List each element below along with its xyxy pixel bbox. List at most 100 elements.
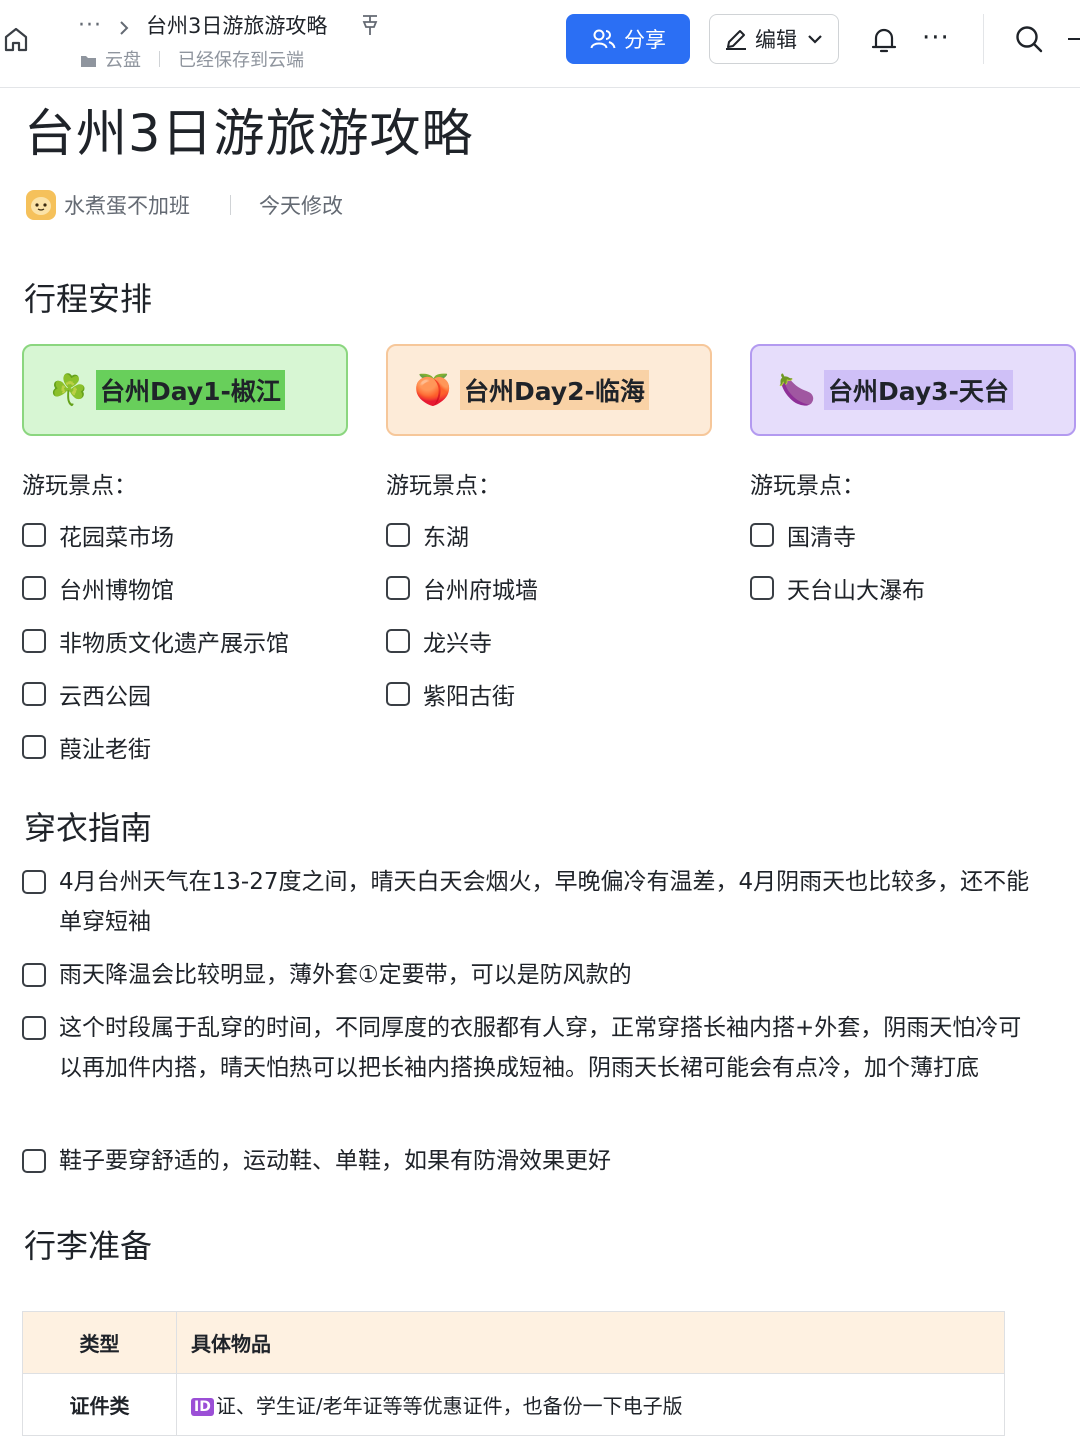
checkbox[interactable] — [22, 870, 46, 894]
todo-text: 天台山大瀑布 — [787, 578, 925, 604]
checkbox[interactable] — [386, 682, 410, 706]
todo-item: 葭沚老街 — [22, 729, 151, 765]
table-row: 证件类 ID 证、学生证/老年证等等优惠证件，也备份一下电子版 — [22, 1373, 1005, 1436]
breadcrumb-more-button[interactable]: ··· — [78, 13, 104, 38]
folder-icon — [80, 52, 97, 67]
bell-icon[interactable] — [870, 24, 898, 56]
todo-text: 雨天降温会比较明显，薄外套①定要带，可以是防风款的 — [59, 962, 632, 988]
checkbox[interactable] — [386, 576, 410, 600]
spots-label: 游玩景点： — [386, 473, 501, 499]
breadcrumb-doc-name[interactable]: 台州3日游旅游攻略 — [146, 10, 327, 40]
todo-item: 龙兴寺 — [386, 623, 492, 659]
checkbox[interactable] — [22, 576, 46, 600]
checkbox[interactable] — [750, 576, 774, 600]
todo-item: 云西公园 — [22, 676, 151, 712]
share-button[interactable]: 分享 — [566, 14, 690, 64]
search-icon[interactable] — [1014, 24, 1044, 54]
checkbox[interactable] — [750, 523, 774, 547]
breadcrumb: ··· 台州3日游旅游攻略 — [78, 10, 379, 40]
todo-item: 雨天降温会比较明显，薄外套①定要带，可以是防风款的 — [22, 955, 1042, 995]
day-card-1[interactable]: ☘️ 台州Day1-椒江 — [22, 344, 348, 436]
day-card-label: 台州Day3-天台 — [824, 370, 1013, 410]
minimize-icon[interactable] — [1068, 38, 1080, 40]
id-badge-icon: ID — [191, 1398, 214, 1416]
page-title: 台州3日游旅游攻略 — [24, 105, 474, 164]
checkbox[interactable] — [386, 629, 410, 653]
eggplant-icon: 🍆 — [778, 372, 816, 408]
table-cell-type[interactable]: 证件类 — [22, 1373, 177, 1436]
author-name[interactable]: 水煮蛋不加班 — [64, 190, 190, 220]
packing-table: 类型 具体物品 证件类 ID 证、学生证/老年证等等优惠证件，也备份一下电子版 — [22, 1311, 1005, 1436]
checkbox[interactable] — [22, 735, 46, 759]
todo-item: 紫阳古街 — [386, 676, 515, 712]
todo-text: 东湖 — [423, 525, 469, 551]
save-status: 已经保存到云端 — [178, 50, 304, 71]
pin-icon[interactable] — [361, 14, 379, 36]
todo-item: 天台山大瀑布 — [750, 570, 925, 606]
section-heading-clothing: 穿衣指南 — [24, 809, 153, 847]
home-icon[interactable] — [2, 24, 30, 54]
checkbox[interactable] — [22, 963, 46, 987]
divider — [230, 195, 231, 215]
divider — [159, 51, 160, 67]
todo-text: 鞋子要穿舒适的，运动鞋、单鞋，如果有防滑效果更好 — [59, 1148, 611, 1174]
todo-item: 国清寺 — [750, 517, 856, 553]
todo-text: 葭沚老街 — [59, 737, 151, 763]
top-bar: ··· 台州3日游旅游攻略 云盘 已经保存到云端 分享 编辑 ··· — [0, 0, 1080, 88]
modified-time: 今天修改 — [259, 194, 343, 218]
todo-item: 非物质文化遗产展示馆 — [22, 623, 289, 659]
spots-label: 游玩景点： — [750, 473, 865, 499]
todo-text: 龙兴寺 — [423, 631, 492, 657]
day-card-label: 台州Day1-椒江 — [96, 370, 285, 410]
todo-text: 台州博物馆 — [59, 578, 174, 604]
todo-text: 4月台州天气在13-27度之间，晴天白天会烟火，早晚偏冷有温差，4月阴雨天也比较… — [59, 869, 1030, 935]
todo-text: 非物质文化遗产展示馆 — [59, 631, 289, 657]
divider — [983, 14, 984, 64]
section-heading-luggage: 行李准备 — [24, 1227, 153, 1265]
table-header-type: 类型 — [22, 1311, 177, 1374]
checkbox[interactable] — [386, 523, 410, 547]
share-label: 分享 — [624, 28, 666, 52]
todo-text: 云西公园 — [59, 684, 151, 710]
doc-location-bar: 云盘 已经保存到云端 — [80, 46, 304, 72]
avatar[interactable] — [26, 190, 56, 220]
day-card-2[interactable]: 🍑 台州Day2-临海 — [386, 344, 712, 436]
pencil-icon — [726, 30, 746, 50]
todo-text: 这个时段属于乱穿的时间，不同厚度的衣服都有人穿，正常穿搭长袖内搭+外套，阴雨天怕… — [59, 1015, 1022, 1081]
todo-text: 台州府城墙 — [423, 578, 538, 604]
peach-icon: 🍑 — [414, 372, 452, 408]
doc-meta: 水煮蛋不加班 今天修改 — [26, 188, 343, 222]
document-page: ··· 台州3日游旅游攻略 云盘 已经保存到云端 分享 编辑 ··· 台州3日游… — [0, 0, 1080, 1440]
table-header-items: 具体物品 — [176, 1311, 1005, 1374]
todo-item: 台州博物馆 — [22, 570, 174, 606]
more-options-button[interactable]: ··· — [922, 25, 950, 51]
chevron-right-icon — [118, 17, 130, 35]
day-card-3[interactable]: 🍆 台州Day3-天台 — [750, 344, 1076, 436]
users-icon — [590, 29, 616, 49]
checkbox[interactable] — [22, 523, 46, 547]
todo-text: 紫阳古街 — [423, 684, 515, 710]
todo-item: 东湖 — [386, 517, 469, 553]
day-card-label: 台州Day2-临海 — [460, 370, 649, 410]
edit-label: 编辑 — [755, 28, 797, 52]
items-text: 证、学生证/老年证等等优惠证件，也备份一下电子版 — [215, 1394, 683, 1418]
todo-item: 4月台州天气在13-27度之间，晴天白天会烟火，早晚偏冷有温差，4月阴雨天也比较… — [22, 862, 1042, 942]
edit-mode-dropdown[interactable]: 编辑 — [709, 14, 839, 64]
todo-text: 花园菜市场 — [59, 525, 174, 551]
location-link[interactable]: 云盘 — [105, 46, 141, 72]
spots-label: 游玩景点： — [22, 473, 137, 499]
checkbox[interactable] — [22, 1149, 46, 1173]
clover-icon: ☘️ — [50, 372, 88, 408]
table-header-row: 类型 具体物品 — [22, 1311, 1005, 1374]
todo-item: 台州府城墙 — [386, 570, 538, 606]
checkbox[interactable] — [22, 682, 46, 706]
section-heading-itinerary: 行程安排 — [24, 280, 153, 318]
todo-item: 鞋子要穿舒适的，运动鞋、单鞋，如果有防滑效果更好 — [22, 1141, 1042, 1181]
checkbox[interactable] — [22, 1016, 46, 1040]
todo-text: 国清寺 — [787, 525, 856, 551]
checkbox[interactable] — [22, 629, 46, 653]
chevron-down-icon — [808, 35, 822, 44]
table-cell-items[interactable]: ID 证、学生证/老年证等等优惠证件，也备份一下电子版 — [176, 1373, 1005, 1436]
todo-item: 花园菜市场 — [22, 517, 174, 553]
todo-item: 这个时段属于乱穿的时间，不同厚度的衣服都有人穿，正常穿搭长袖内搭+外套，阴雨天怕… — [22, 1008, 1042, 1088]
